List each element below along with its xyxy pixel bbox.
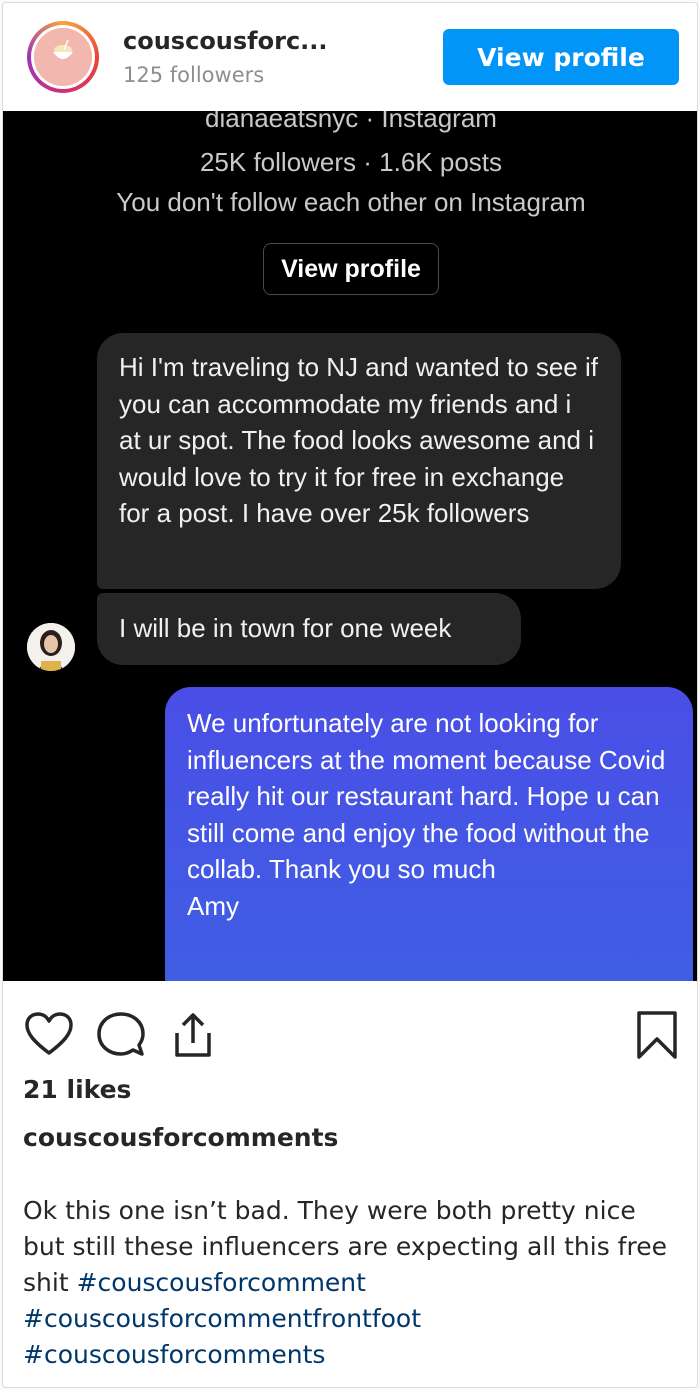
bowl-icon [34,28,92,86]
dm-follow-status: You don't follow each other on Instagram [116,187,586,217]
post-actions-bar [3,1009,697,1069]
post-caption: Ok this one isn’t bad. They were both pr… [23,1193,683,1373]
save-button[interactable] [631,1009,683,1061]
view-profile-button[interactable]: View profile [443,29,679,85]
reply-text: We unfortunately are not looking for inf… [187,708,666,884]
sender-avatar [27,623,75,671]
instagram-embed-card: couscousforc... 125 followers View profi… [2,2,698,1388]
heart-icon [25,1012,73,1055]
incoming-message-bubble: I will be in town for one week [97,593,521,665]
hashtag-link[interactable]: #couscousforcomment [77,1268,366,1297]
post-header: couscousforc... 125 followers View profi… [3,3,697,111]
dm-view-profile-button: View profile [263,243,439,295]
share-button[interactable] [167,1009,219,1061]
like-count[interactable]: 21 likes [23,1075,131,1104]
comment-button[interactable] [95,1009,147,1061]
caption-username[interactable]: couscousforcomments [23,1123,338,1152]
dm-screenshot-image: dianaeatsnyc · Instagram 25K followers ·… [3,111,697,981]
hashtag-link[interactable]: #couscousforcomments [23,1340,325,1369]
dm-profile-stats: 25K followers · 1.6K posts [199,147,503,177]
follower-count: 125 followers [123,63,265,87]
profile-avatar[interactable] [27,21,99,93]
dm-profile-handle: dianaeatsnyc · Instagram [205,111,497,133]
person-avatar-icon [27,623,75,671]
comment-icon [97,1012,145,1056]
incoming-message-bubble: Hi I'm traveling to NJ and wanted to see… [97,333,621,589]
hashtag-link[interactable]: #couscousforcommentfrontfoot [23,1304,421,1333]
header-username[interactable]: couscousforc... [123,27,328,55]
reply-signature: Amy [187,890,239,921]
like-button[interactable] [23,1009,75,1061]
bookmark-icon [637,1011,677,1059]
outgoing-message-bubble: We unfortunately are not looking for inf… [165,687,693,981]
share-icon [175,1013,211,1057]
couscous-logo [34,28,92,86]
